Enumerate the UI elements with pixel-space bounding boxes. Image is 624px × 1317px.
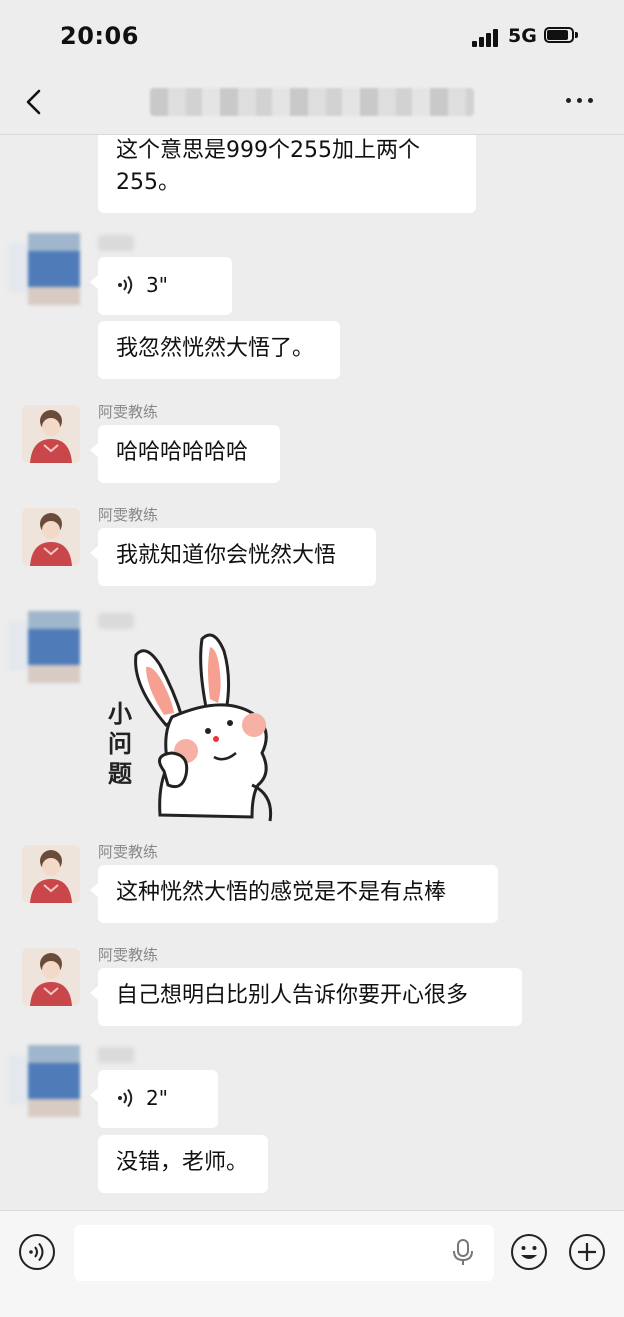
sender-name: 阿雯教练: [98, 946, 159, 964]
message-bubble[interactable]: 这种恍然大悟的感觉是不是有点棒: [90, 865, 498, 923]
message-text: 没错，老师。: [116, 1150, 249, 1175]
message-input[interactable]: [74, 1225, 494, 1281]
signal-icon: [472, 29, 500, 47]
voice-input-icon[interactable]: [18, 1233, 56, 1271]
voice-wave-icon: [118, 1088, 133, 1108]
more-dots-icon[interactable]: [566, 98, 596, 106]
message-text: 哈哈哈哈哈哈: [116, 440, 249, 465]
chat-title: [150, 88, 474, 116]
chevron-left-icon[interactable]: [22, 88, 46, 116]
chat-message-list[interactable]: 这个意思是999个255加上两个255。 3" 我忽然恍然大悟了。 阿雯教练 哈…: [0, 135, 624, 1210]
sticker-message[interactable]: 小问题: [102, 625, 292, 825]
microphone-icon[interactable]: [452, 1239, 474, 1267]
avatar[interactable]: [22, 845, 80, 903]
avatar[interactable]: [8, 1045, 80, 1117]
message-text: 这种恍然大悟的感觉是不是有点棒: [116, 880, 447, 905]
message-bubble[interactable]: 这个意思是999个255加上两个255。: [98, 135, 476, 213]
message-text: 我忽然恍然大悟了。: [116, 336, 315, 361]
sender-name: 阿雯教练: [98, 506, 159, 524]
message-text: 我就知道你会恍然大悟: [116, 543, 337, 568]
sender-name: 阿雯教练: [98, 843, 159, 861]
message-bubble[interactable]: 自己想明白比别人告诉你要开心很多: [90, 968, 522, 1026]
avatar[interactable]: [22, 948, 80, 1006]
emoji-icon[interactable]: [510, 1233, 548, 1271]
chat-header: [0, 70, 624, 135]
message-bubble[interactable]: 我忽然恍然大悟了。: [98, 321, 340, 379]
message-text: 这个意思是999个255加上两个255。: [116, 138, 420, 195]
message-bubble[interactable]: 哈哈哈哈哈哈: [90, 425, 280, 483]
avatar[interactable]: [8, 611, 80, 683]
voice-duration: 3": [146, 273, 168, 297]
voice-message-bubble[interactable]: 2": [90, 1070, 218, 1128]
voice-message-bubble[interactable]: 3": [90, 257, 232, 315]
avatar[interactable]: [8, 233, 80, 305]
status-bar: 20:06 5G: [0, 0, 624, 70]
message-input-bar: [0, 1210, 624, 1317]
message-bubble[interactable]: 没错，老师。: [98, 1135, 268, 1193]
sender-name-blurred: [98, 1047, 134, 1063]
voice-duration: 2": [146, 1086, 168, 1110]
sender-name-blurred: [98, 235, 134, 251]
battery-icon: [544, 27, 578, 45]
avatar[interactable]: [22, 405, 80, 463]
message-text: 自己想明白比别人告诉你要开心很多: [116, 983, 469, 1008]
plus-icon[interactable]: [568, 1233, 606, 1271]
status-time: 20:06: [60, 22, 139, 50]
network-type: 5G: [508, 25, 537, 47]
message-bubble[interactable]: 我就知道你会恍然大悟: [90, 528, 376, 586]
sticker-text: 小问题: [108, 699, 132, 788]
sender-name: 阿雯教练: [98, 403, 159, 421]
voice-wave-icon: [118, 275, 133, 295]
avatar[interactable]: [22, 508, 80, 566]
